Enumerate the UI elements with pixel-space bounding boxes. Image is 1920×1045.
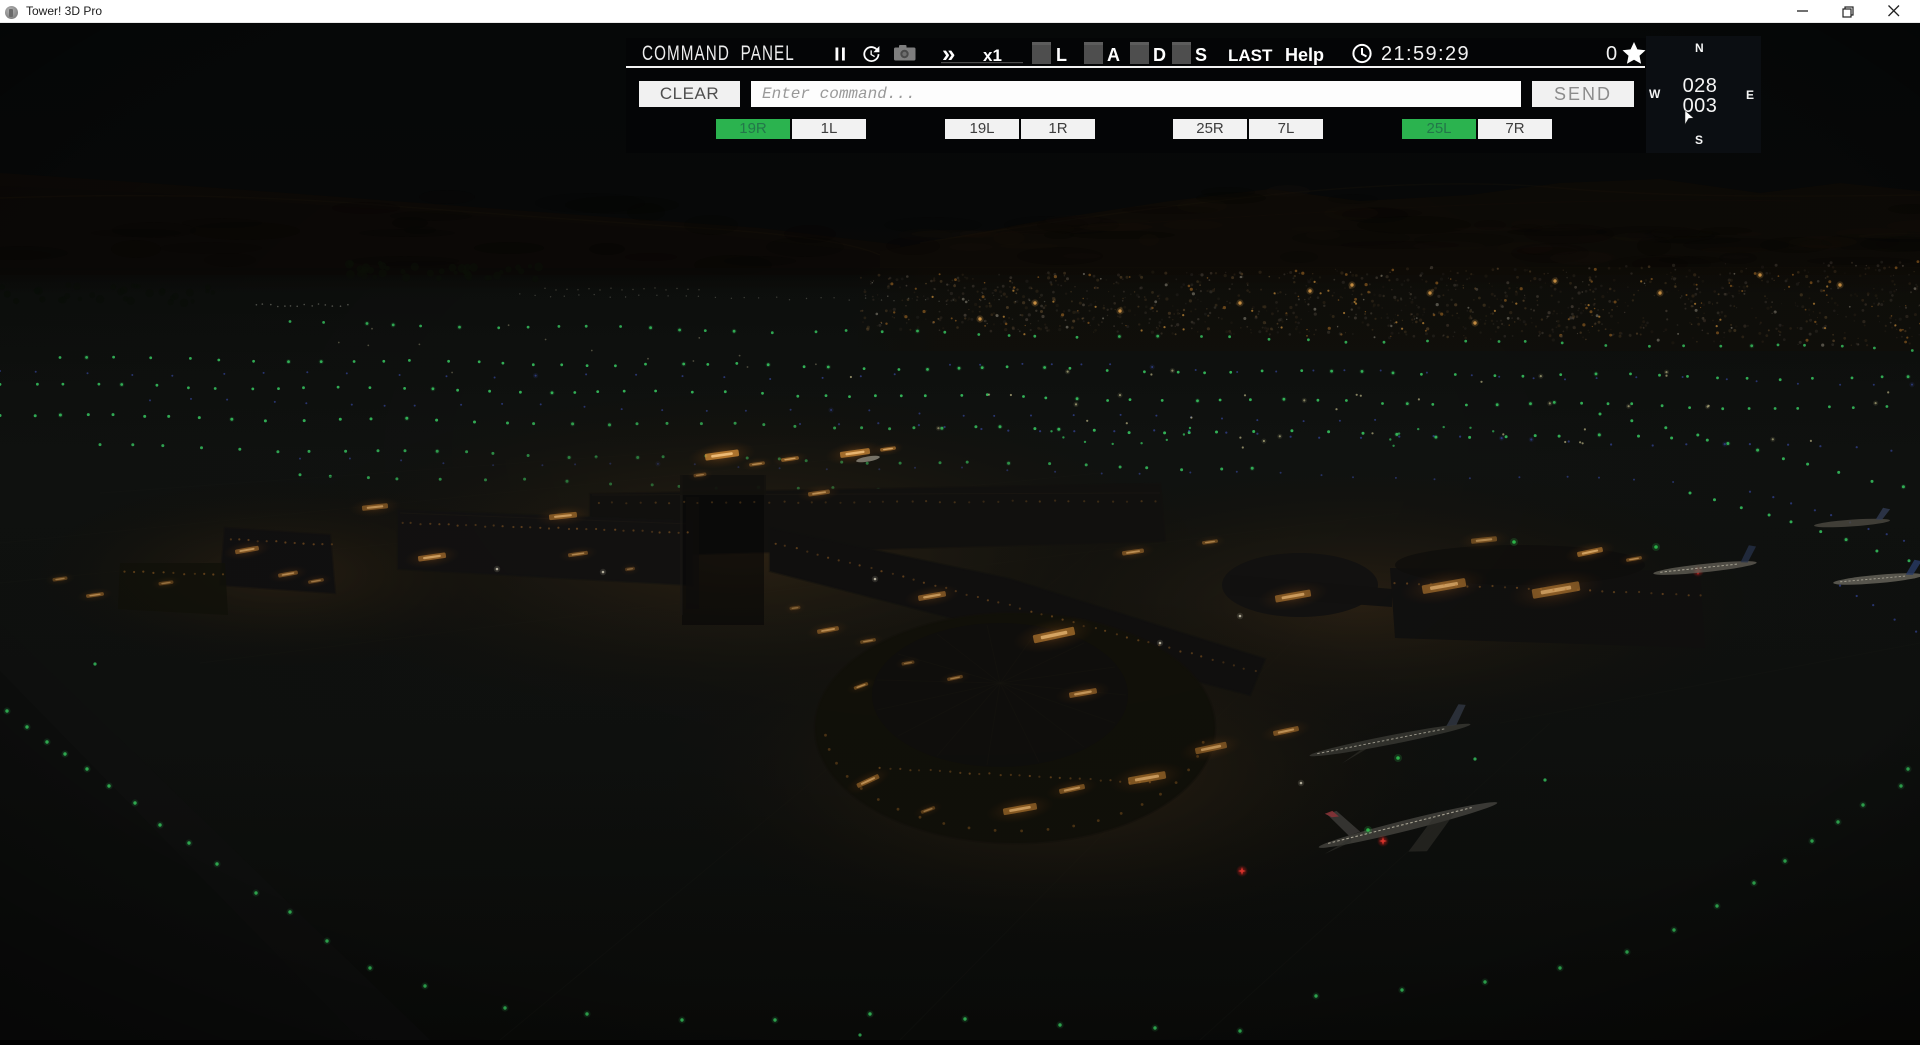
svg-text:L: L xyxy=(1056,45,1067,65)
svg-text:x1: x1 xyxy=(983,46,1002,65)
svg-text:Help: Help xyxy=(1285,45,1324,65)
svg-text:0: 0 xyxy=(1606,43,1617,65)
svg-text:LAST: LAST xyxy=(1228,46,1273,65)
svg-text:S: S xyxy=(1195,45,1207,65)
svg-text:A: A xyxy=(1107,45,1120,65)
svg-text:D: D xyxy=(1153,45,1166,65)
svg-text:»: » xyxy=(942,41,955,68)
svg-text:21:59:29: 21:59:29 xyxy=(1381,43,1470,65)
